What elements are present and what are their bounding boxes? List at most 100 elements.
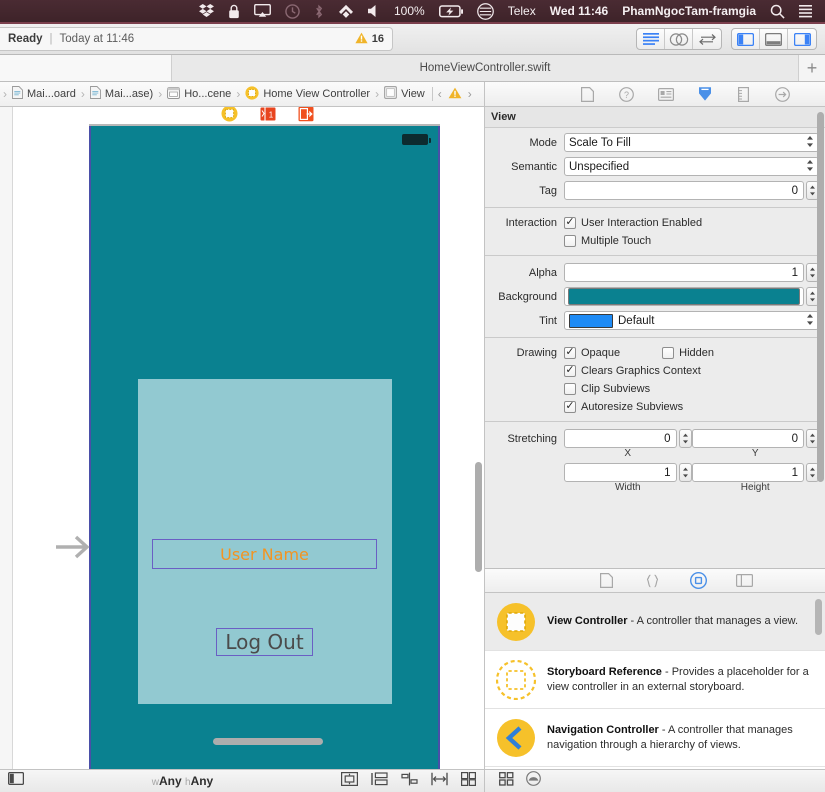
status-time-label: Today at 11:46 (59, 33, 135, 45)
connections-inspector-icon[interactable] (774, 86, 791, 103)
svg-text:1: 1 (269, 110, 274, 119)
stretch-x-input[interactable]: 0 (564, 429, 677, 448)
hidden-checkbox[interactable] (662, 346, 675, 359)
breadcrumb-item-4[interactable]: View (382, 86, 427, 102)
resolve-auto-layout-icon[interactable] (460, 771, 476, 791)
list-item[interactable]: Storyboard Reference - Provides a placeh… (485, 651, 825, 709)
battery-charging-icon[interactable] (432, 0, 470, 22)
object-library-list[interactable]: View Controller - A controller that mana… (485, 593, 825, 792)
list-item-description: A controller that manages a view. (636, 615, 799, 628)
username-text-field[interactable]: User Name (152, 539, 377, 569)
tab-home-view-controller[interactable]: HomeViewController.swift (172, 55, 799, 81)
list-item[interactable]: View Controller - A controller that mana… (485, 593, 825, 651)
align-icon[interactable] (401, 772, 418, 791)
stretch-height-input[interactable]: 1 (691, 463, 804, 482)
volume-icon[interactable] (361, 0, 387, 22)
clears-graphics-context-checkbox[interactable] (564, 364, 576, 377)
breadcrumb-item-1[interactable]: Mai...ase) (88, 86, 155, 102)
canvas-horizontal-scrollbar[interactable] (213, 738, 323, 745)
size-inspector-icon[interactable] (735, 86, 752, 103)
breadcrumb-item-0[interactable]: Mai...oard (10, 86, 78, 102)
canvas-bottom-bar: wAny hAny (0, 769, 485, 792)
attributes-inspector-icon[interactable] (696, 86, 713, 103)
warning-triangle-icon[interactable] (448, 87, 462, 102)
row-stretching-xy: Stretching 0 0 (485, 428, 825, 449)
inner-content-view[interactable]: User Name Log Out (138, 379, 392, 704)
code-snippet-library-icon[interactable] (643, 572, 661, 590)
add-tab-button[interactable]: + (799, 55, 825, 81)
tint-color-swatch (569, 313, 613, 328)
autoresize-subviews-checkbox[interactable] (564, 400, 576, 413)
breadcrumb-item-3[interactable]: Home View Controller (243, 85, 372, 103)
stretch-width-input[interactable]: 1 (564, 463, 677, 482)
library-panel: View Controller - A controller that mana… (485, 568, 825, 792)
file-inspector-icon[interactable] (579, 86, 596, 103)
stretch-y-group: 0 (691, 429, 819, 448)
tag-input[interactable]: 0 (564, 181, 804, 200)
battery-percent[interactable]: 100% (387, 0, 432, 22)
clip-subviews-checkbox[interactable] (564, 382, 576, 395)
stretch-y-input[interactable]: 0 (691, 429, 804, 448)
airplay-icon[interactable] (247, 0, 278, 22)
svg-text:?: ? (624, 90, 629, 100)
menu-clock[interactable]: Wed 11:46 (543, 0, 615, 22)
alpha-input[interactable]: 1 (564, 263, 804, 282)
library-vertical-scrollbar[interactable] (815, 599, 822, 635)
opaque-checkbox[interactable] (564, 346, 576, 359)
assistant-editor-icon[interactable] (665, 29, 693, 49)
input-source-icon[interactable] (470, 0, 501, 22)
tint-popup-button[interactable]: Default (564, 311, 819, 330)
breadcrumb-item-2[interactable]: Ho...cene (165, 86, 233, 102)
semantic-label: Semantic (511, 160, 557, 173)
input-source-label[interactable]: Telex (501, 0, 543, 22)
row-interaction: Interaction User Interaction Enabled (485, 214, 825, 231)
debug-area-toggle-icon[interactable] (760, 29, 788, 49)
pin-icon[interactable] (431, 772, 448, 791)
status-warning-group[interactable]: 16 (355, 32, 384, 47)
spotlight-search-icon[interactable] (763, 0, 792, 22)
inspector-vertical-scrollbar[interactable] (817, 112, 824, 482)
bluetooth-icon[interactable] (307, 0, 331, 22)
list-item[interactable]: Navigation Controller - A controller tha… (485, 709, 825, 767)
filter-icon[interactable] (526, 771, 541, 791)
grid-view-icon[interactable] (499, 771, 514, 791)
navigator-toggle-icon[interactable] (732, 29, 760, 49)
file-template-library-icon[interactable] (597, 572, 615, 590)
user-interaction-enabled-checkbox[interactable] (564, 216, 576, 229)
multiple-touch-checkbox[interactable] (564, 234, 576, 247)
semantic-popup-button[interactable]: Unspecified (564, 157, 819, 176)
media-library-icon[interactable] (735, 572, 753, 590)
document-outline-toggle-icon[interactable] (7, 771, 25, 790)
notification-center-icon[interactable] (792, 0, 819, 22)
dropbox-icon[interactable] (192, 0, 221, 22)
object-library-icon[interactable] (689, 572, 707, 590)
version-editor-icon[interactable] (693, 29, 721, 49)
logout-button[interactable]: Log Out (216, 628, 313, 656)
stretch-x-stepper[interactable] (678, 429, 692, 448)
canvas-vertical-scrollbar[interactable] (475, 462, 482, 572)
wifi-icon[interactable] (331, 0, 361, 22)
chevron-right-icon: › (236, 87, 241, 101)
jump-bar: › Mai...oard › Mai...ase) › Ho...cene › (0, 82, 485, 107)
time-machine-icon[interactable] (278, 0, 307, 22)
embed-in-icon[interactable] (371, 771, 388, 791)
standard-editor-icon[interactable] (637, 29, 665, 49)
stretch-width-group: 1 (564, 463, 692, 482)
mode-popup-button[interactable]: Scale To Fill (564, 133, 819, 152)
background-color-well[interactable] (564, 287, 804, 306)
identity-inspector-icon[interactable] (657, 86, 674, 103)
menu-user-name[interactable]: PhamNgocTam-framgia (615, 0, 763, 22)
storyboard-canvas[interactable]: 1 User Name Log Out (0, 107, 485, 769)
inspector-section-title: View (485, 107, 825, 128)
size-class-indicator[interactable]: wAny hAny (152, 774, 213, 788)
lock-icon[interactable] (221, 0, 247, 22)
previous-issue-button[interactable]: ‹ (438, 87, 442, 101)
update-frames-icon[interactable] (340, 771, 358, 791)
tab-bar-leading-space (0, 55, 172, 81)
next-issue-button[interactable]: › (468, 87, 472, 101)
quick-help-inspector-icon[interactable]: ? (618, 86, 635, 103)
stretch-width-stepper[interactable] (678, 463, 692, 482)
row-tint: Tint Default (485, 310, 825, 331)
utilities-toggle-icon[interactable] (788, 29, 816, 49)
view-controller-root-view[interactable]: User Name Log Out (89, 126, 440, 769)
